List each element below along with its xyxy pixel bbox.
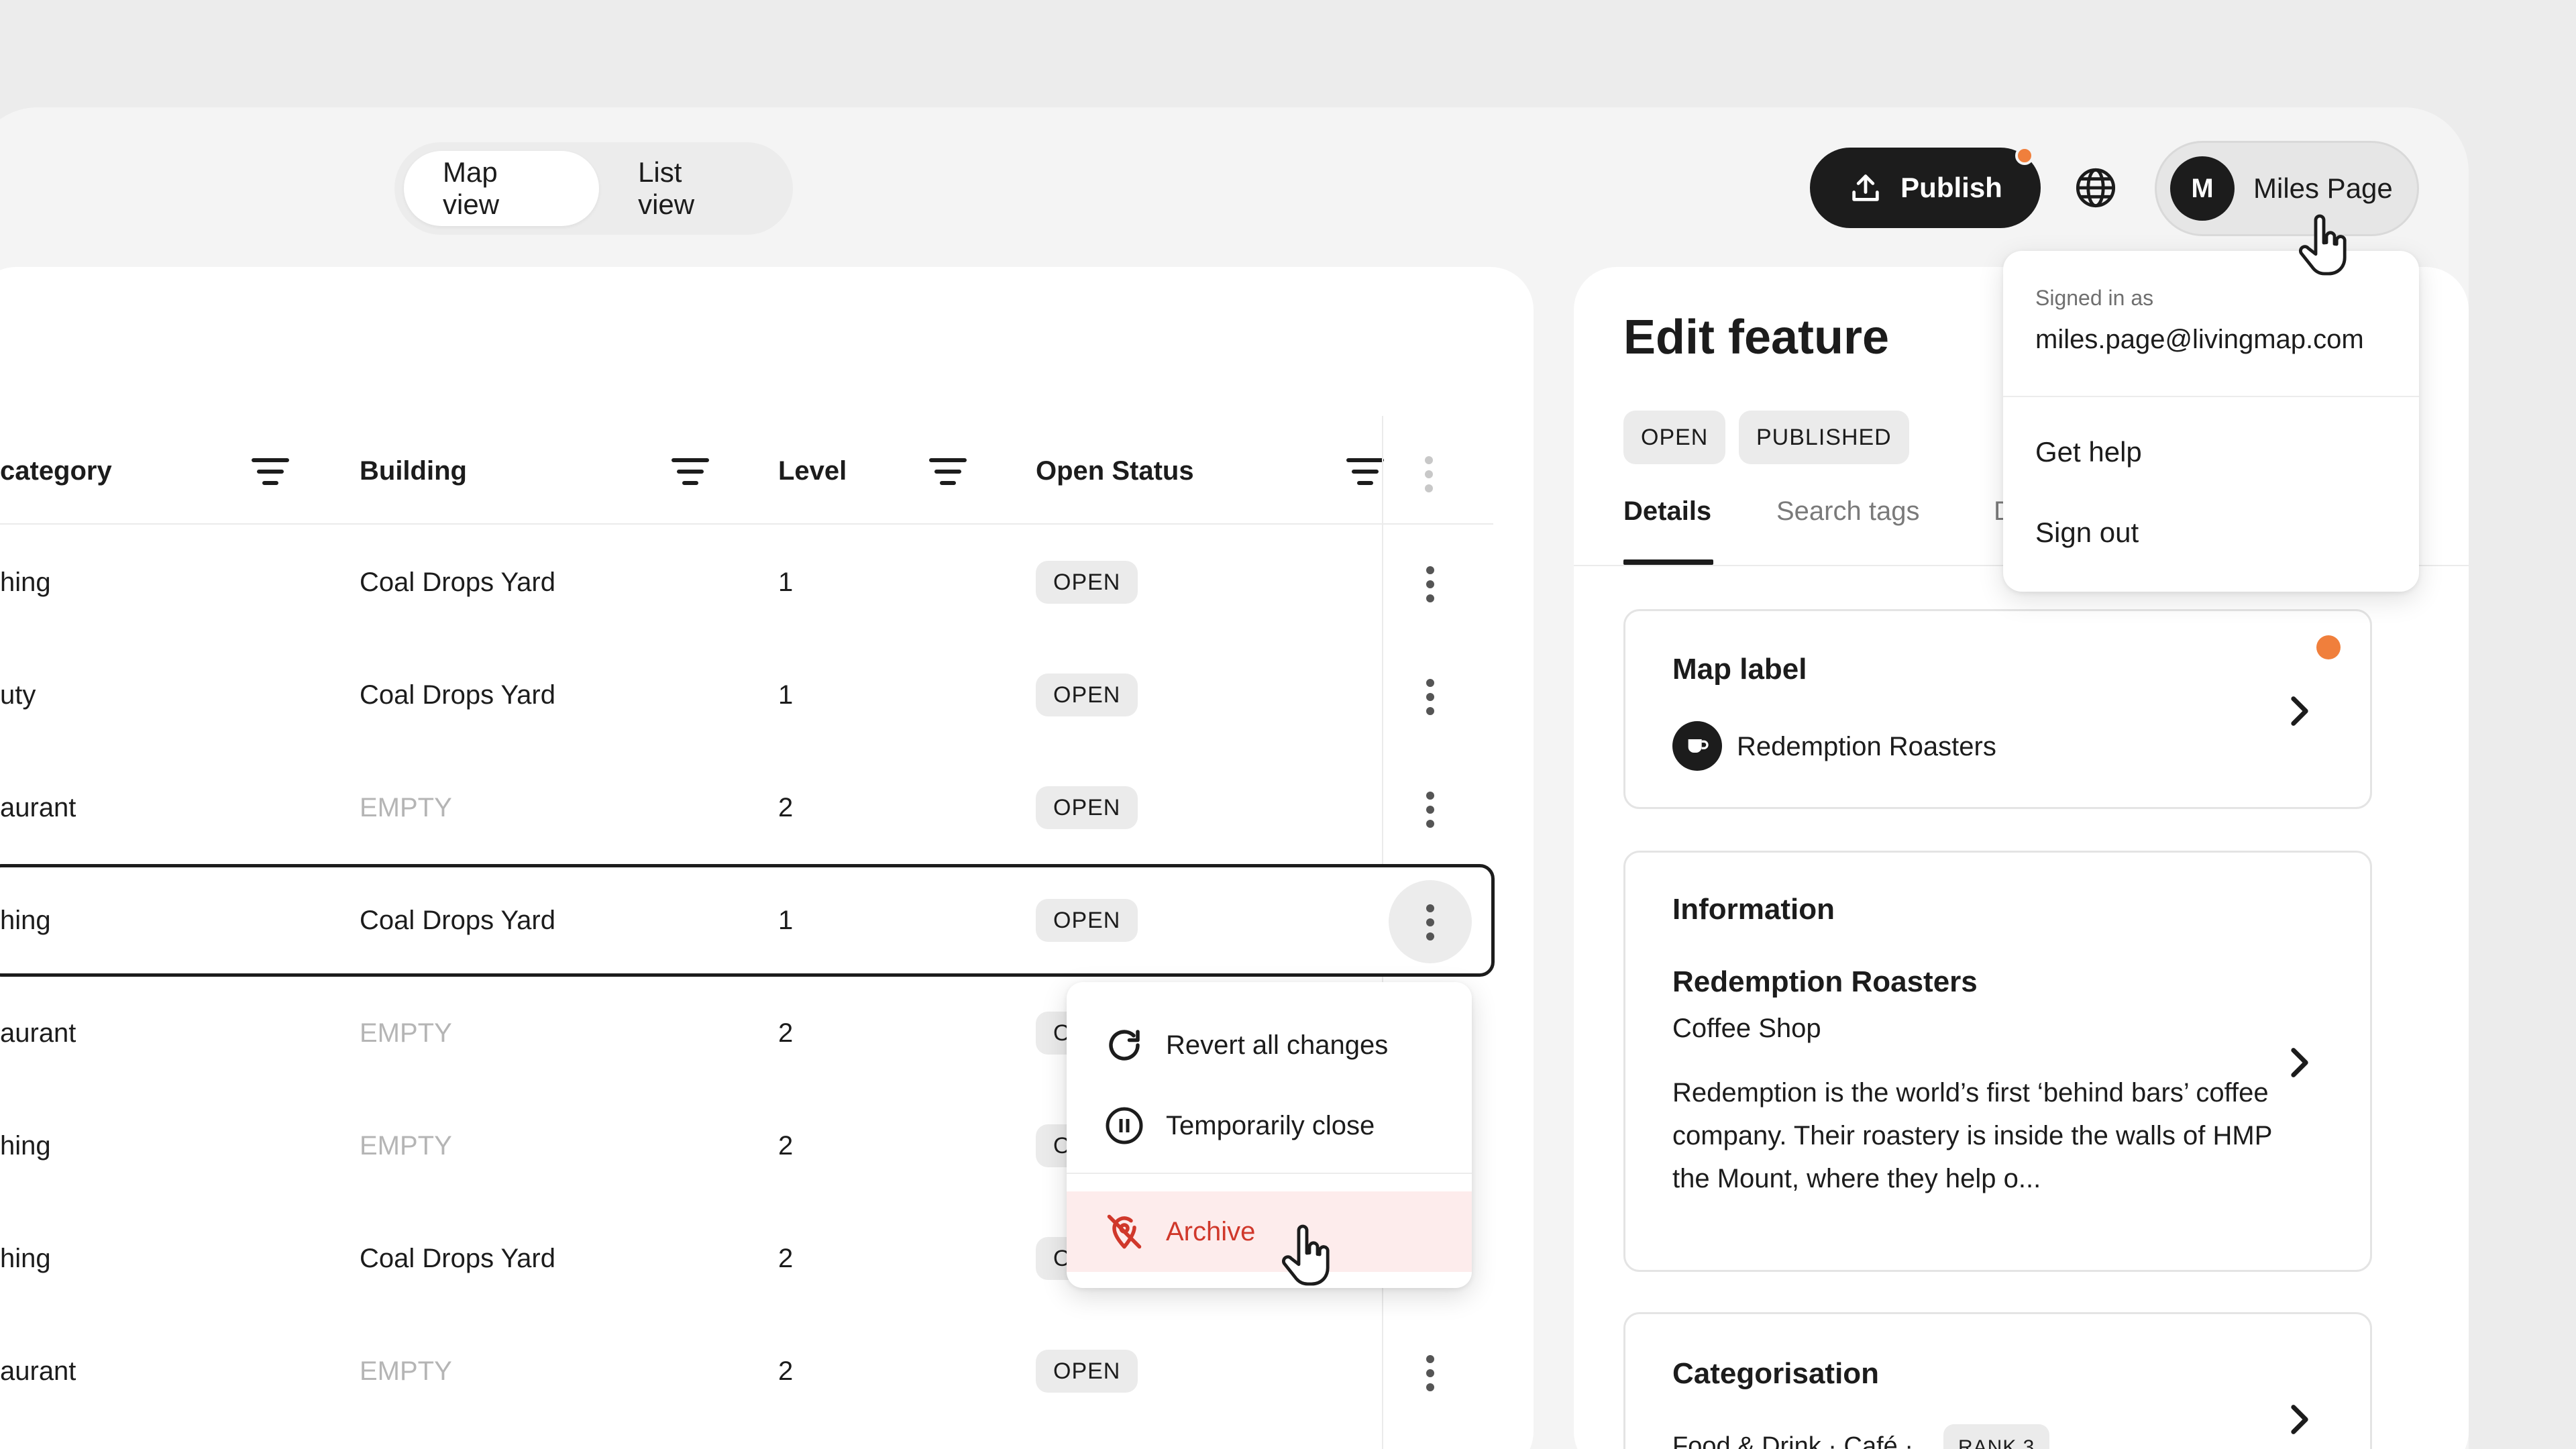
cell-level: 2 xyxy=(778,1131,794,1161)
menu-divider xyxy=(2003,396,2419,397)
signed-in-label: Signed in as xyxy=(2035,286,2154,310)
cell-category: hing xyxy=(0,1131,51,1161)
list-view-tab[interactable]: List view xyxy=(599,151,784,226)
filter-icon[interactable] xyxy=(928,456,967,487)
coffee-icon xyxy=(1672,721,1722,771)
get-help-item[interactable]: Get help xyxy=(2035,436,2142,468)
map-label-card[interactable]: Map label Redemption Roasters xyxy=(1623,609,2372,809)
filter-icon[interactable] xyxy=(1346,456,1385,487)
rank-badge: RANK 3 xyxy=(1943,1424,2050,1449)
changed-indicator-dot xyxy=(2316,635,2341,659)
cell-level: 1 xyxy=(778,906,794,935)
map-label-value: Redemption Roasters xyxy=(1737,732,1996,761)
cell-category: aurant xyxy=(0,1356,76,1386)
cell-category: uty xyxy=(0,680,36,710)
pause-icon xyxy=(1106,1107,1143,1144)
status-badge-open: OPEN xyxy=(1623,411,1726,464)
revert-all-changes-item[interactable]: Revert all changes xyxy=(1067,1005,1472,1085)
cell-building: Coal Drops Yard xyxy=(360,680,555,710)
user-name: Miles Page xyxy=(2253,172,2393,204)
header-divider xyxy=(0,523,1493,525)
filter-icon[interactable] xyxy=(251,456,290,487)
cell-building: EMPTY xyxy=(360,1356,452,1386)
avatar: M xyxy=(2170,156,2235,221)
selected-row-outline xyxy=(0,864,1495,977)
menu-divider xyxy=(1067,1173,1472,1174)
archive-label: Archive xyxy=(1166,1216,1256,1246)
map-view-tab[interactable]: Map view xyxy=(404,151,600,226)
archive-pin-off-icon xyxy=(1107,1214,1142,1249)
tab-details[interactable]: Details xyxy=(1623,496,1711,527)
status-badge: OPEN xyxy=(1036,899,1138,942)
feature-type: Coffee Shop xyxy=(1672,1014,1821,1043)
publish-button[interactable]: Publish xyxy=(1810,148,2041,228)
cell-building: Coal Drops Yard xyxy=(360,1244,555,1273)
row-actions-icon[interactable] xyxy=(1424,1355,1437,1395)
cell-category: hing xyxy=(0,1244,51,1273)
status-badge: OPEN xyxy=(1036,674,1138,716)
column-header-category[interactable]: category xyxy=(0,456,112,486)
chevron-right-icon xyxy=(2291,696,2308,726)
cell-level: 1 xyxy=(778,680,794,710)
cell-level: 2 xyxy=(778,793,794,822)
temporarily-close-label: Temporarily close xyxy=(1166,1110,1375,1140)
information-card[interactable]: Information Redemption Roasters Coffee S… xyxy=(1623,851,2372,1272)
category-path: Food & Drink · Café · xyxy=(1672,1432,1913,1449)
cell-building: EMPTY xyxy=(360,1018,452,1048)
feature-description: Redemption is the world’s first ‘behind … xyxy=(1672,1078,2272,1193)
filter-icon[interactable] xyxy=(671,456,710,487)
row-actions-icon[interactable] xyxy=(1424,792,1437,832)
revert-icon xyxy=(1109,1030,1140,1061)
user-email: miles.page@livingmap.com xyxy=(2035,325,2364,354)
row-actions-icon[interactable] xyxy=(1424,679,1437,719)
column-options-icon[interactable] xyxy=(1422,456,1436,496)
page-title: Edit feature xyxy=(1623,311,1890,364)
revert-label: Revert all changes xyxy=(1166,1030,1389,1060)
unpublished-changes-dot xyxy=(2015,146,2034,165)
hand-cursor-icon xyxy=(2299,214,2347,276)
categorisation-card[interactable]: Categorisation Food & Drink · Café · RAN… xyxy=(1623,1312,2372,1449)
globe-icon[interactable] xyxy=(2074,166,2117,209)
chevron-right-icon xyxy=(2291,1048,2308,1077)
card-title: Information xyxy=(1672,893,1835,926)
archive-item[interactable]: Archive xyxy=(1067,1191,1472,1272)
cell-level: 1 xyxy=(778,568,794,597)
cell-level: 2 xyxy=(778,1018,794,1048)
cell-level: 2 xyxy=(778,1244,794,1273)
cell-category: aurant xyxy=(0,1018,76,1048)
chevron-right-icon xyxy=(2291,1405,2308,1434)
view-toggle: Map view List view xyxy=(394,142,793,235)
active-tab-indicator xyxy=(1623,559,1713,565)
status-badge: OPEN xyxy=(1036,1350,1138,1393)
cell-building: EMPTY xyxy=(360,793,452,822)
row-actions-icon[interactable] xyxy=(1424,904,1437,945)
status-badge: OPEN xyxy=(1036,786,1138,829)
sign-out-item[interactable]: Sign out xyxy=(2035,517,2139,549)
feature-name: Redemption Roasters xyxy=(1672,965,1978,998)
cell-category: hing xyxy=(0,906,51,935)
row-actions-icon[interactable] xyxy=(1424,566,1437,606)
upload-icon xyxy=(1852,174,1879,201)
tab-search-tags[interactable]: Search tags xyxy=(1776,496,1919,527)
cell-building: Coal Drops Yard xyxy=(360,568,555,597)
card-title: Map label xyxy=(1672,653,1807,686)
card-title: Categorisation xyxy=(1672,1357,1880,1390)
cell-level: 2 xyxy=(778,1356,794,1386)
column-header-open-status[interactable]: Open Status xyxy=(1036,456,1194,486)
column-header-building[interactable]: Building xyxy=(360,456,467,486)
user-menu-button[interactable]: M Miles Page xyxy=(2155,141,2419,236)
column-header-level[interactable]: Level xyxy=(778,456,847,486)
status-badge-published: PUBLISHED xyxy=(1739,411,1909,464)
cell-category: hing xyxy=(0,568,51,597)
publish-label: Publish xyxy=(1900,172,2002,203)
cell-building: EMPTY xyxy=(360,1131,452,1161)
status-badge: OPEN xyxy=(1036,561,1138,604)
cell-category: aurant xyxy=(0,793,76,822)
user-dropdown-menu: Signed in as miles.page@livingmap.com Ge… xyxy=(2003,251,2419,592)
hand-cursor-icon xyxy=(1282,1224,1330,1286)
cell-building: Coal Drops Yard xyxy=(360,906,555,935)
row-context-menu: Revert all changes Temporarily close Arc… xyxy=(1067,982,1472,1288)
temporarily-close-item[interactable]: Temporarily close xyxy=(1067,1085,1472,1166)
